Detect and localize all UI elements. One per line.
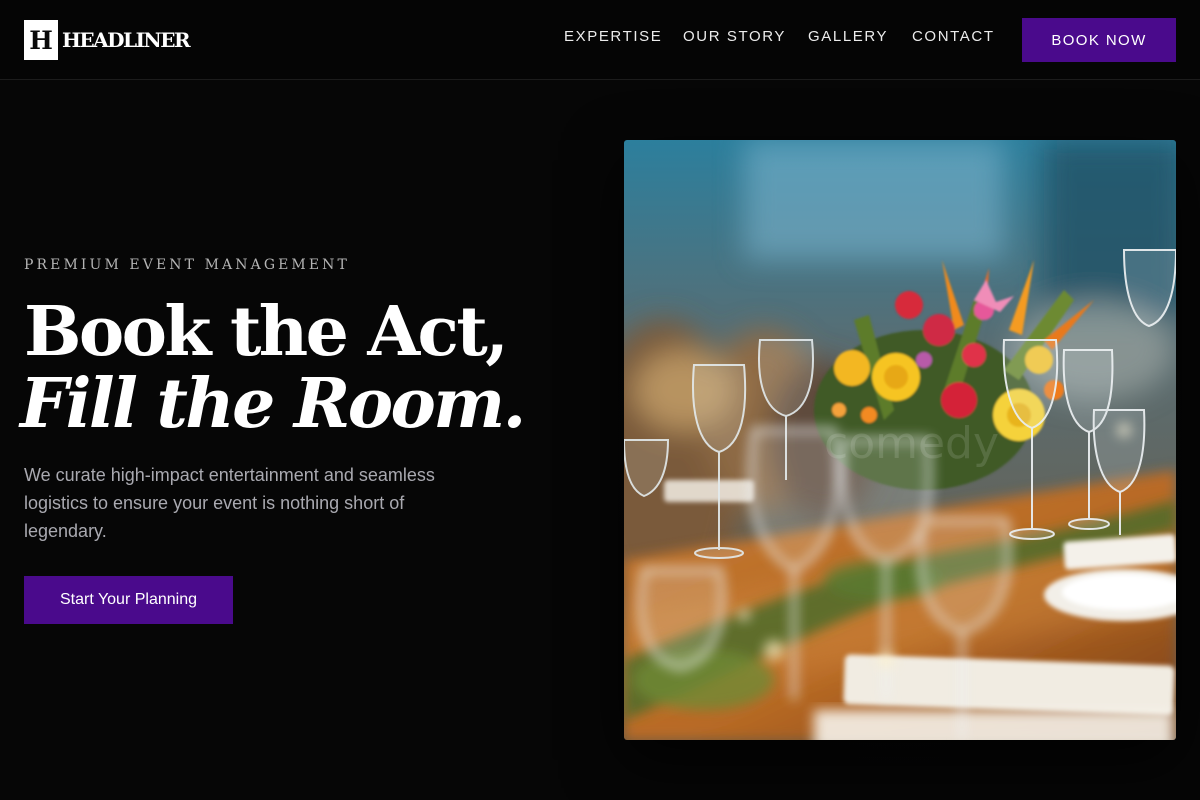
hero-headline-line-1: Book the Act, bbox=[24, 292, 509, 372]
hero-description: We curate high-impact entertainment and … bbox=[24, 465, 435, 541]
hero-headline: Book the Act, Fill the Room. bbox=[20, 292, 584, 440]
nav-link-our-story[interactable]: OUR STORY bbox=[683, 28, 786, 45]
start-planning-button[interactable]: Start Your Planning bbox=[24, 576, 233, 624]
nav-link-gallery[interactable]: GALLERY bbox=[808, 28, 888, 45]
site-header: H HEADLINER EXPERTISE OUR STORY GALLERY … bbox=[0, 0, 1200, 80]
book-now-button[interactable]: BOOK NOW bbox=[1022, 18, 1176, 62]
hero-eyebrow: PREMIUM EVENT MANAGEMENT bbox=[24, 257, 350, 273]
nav-link-contact[interactable]: CONTACT bbox=[912, 28, 995, 45]
hero-image: comedy bbox=[624, 140, 1176, 740]
brand-mark: H bbox=[24, 20, 58, 60]
photo-watermark: comedy bbox=[824, 418, 999, 469]
nav-link-expertise[interactable]: EXPERTISE bbox=[564, 28, 662, 45]
hero-headline-line-2: Fill the Room. bbox=[20, 364, 526, 444]
brand-name: HEADLINER bbox=[62, 28, 191, 52]
brand-logo[interactable]: H HEADLINER bbox=[24, 20, 191, 60]
